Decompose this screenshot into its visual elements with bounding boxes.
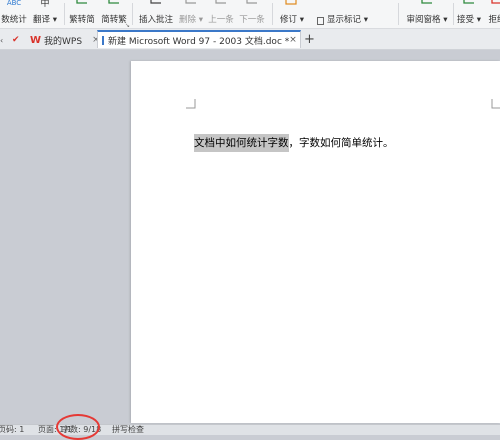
markup-icon bbox=[317, 17, 325, 25]
pin-button[interactable]: ✔ bbox=[12, 31, 20, 49]
ribbon-divider bbox=[453, 3, 454, 25]
next-comment-button[interactable]: 下一条 bbox=[238, 0, 266, 28]
convert-icon bbox=[76, 0, 87, 4]
annotation-circle bbox=[56, 414, 100, 440]
document-icon bbox=[102, 35, 104, 45]
translate-icon: 中 bbox=[40, 0, 50, 9]
review-ribbon: ABC 数统计 中 翻译 ▾ 繁转简 简转繁 ↘ 插入批注 删除 ▾ 上一条 下… bbox=[0, 0, 500, 29]
margin-corner-mark bbox=[186, 99, 196, 109]
tab-document[interactable]: 新建 Microsoft Word 97 - 2003 文档.doc * × bbox=[97, 30, 301, 48]
wps-logo-icon: W bbox=[30, 34, 42, 46]
review-pane-icon bbox=[421, 0, 432, 4]
pin-icon: ✔ bbox=[12, 35, 20, 45]
tab-scroll-left[interactable]: ‹ bbox=[0, 31, 3, 49]
document-page[interactable]: 文档中如何统计字数，字数如何简单统计。 bbox=[131, 61, 500, 423]
reject-icon bbox=[491, 0, 500, 4]
reject-button[interactable]: 拒绝 bbox=[484, 0, 500, 28]
ribbon-divider bbox=[64, 3, 65, 25]
selected-text[interactable]: 文档中如何统计字数 bbox=[194, 134, 289, 152]
dialog-launcher-icon[interactable]: ↘ bbox=[125, 22, 130, 29]
simplified-to-traditional-button[interactable]: 简转繁 ↘ bbox=[99, 0, 130, 29]
insert-comment-button[interactable]: 插入批注 bbox=[138, 0, 174, 28]
comment-icon bbox=[150, 0, 161, 4]
ribbon-divider bbox=[272, 3, 273, 25]
document-tab-bar: ‹ ✔ W 我的WPS × 新建 Microsoft Word 97 - 200… bbox=[0, 29, 500, 50]
delete-comment-icon bbox=[185, 0, 196, 4]
accept-icon bbox=[463, 0, 474, 4]
close-icon[interactable]: × bbox=[289, 35, 297, 45]
previous-icon bbox=[215, 0, 226, 4]
body-text[interactable]: ，字数如何简单统计。 bbox=[289, 137, 394, 149]
document-paragraph[interactable]: 文档中如何统计字数，字数如何简单统计。 bbox=[194, 134, 394, 152]
previous-comment-button[interactable]: 上一条 bbox=[207, 0, 235, 28]
delete-comment-button[interactable]: 删除 ▾ bbox=[178, 0, 204, 28]
chevron-left-icon: ‹ bbox=[0, 35, 4, 45]
convert-icon bbox=[108, 0, 119, 4]
word-count-button[interactable]: ABC 数统计 bbox=[0, 0, 32, 28]
ribbon-divider bbox=[132, 3, 133, 25]
track-changes-button[interactable]: 修订 ▾ bbox=[277, 0, 307, 28]
abc-icon: ABC bbox=[6, 0, 22, 7]
accept-button[interactable]: 接受 ▾ bbox=[456, 0, 482, 28]
ribbon-divider bbox=[398, 3, 399, 25]
show-markup-button[interactable]: 显示标记 ▾ bbox=[310, 0, 368, 28]
next-icon bbox=[246, 0, 257, 4]
track-changes-icon bbox=[285, 0, 297, 5]
translate-button[interactable]: 中 翻译 ▾ bbox=[30, 0, 60, 28]
tab-my-wps[interactable]: W 我的WPS × bbox=[30, 31, 100, 49]
new-tab-button[interactable]: + bbox=[304, 30, 315, 48]
margin-corner-mark bbox=[491, 99, 500, 109]
review-pane-button[interactable]: 审阅窗格 ▾ bbox=[403, 0, 451, 28]
traditional-to-simplified-button[interactable]: 繁转简 bbox=[67, 0, 97, 28]
